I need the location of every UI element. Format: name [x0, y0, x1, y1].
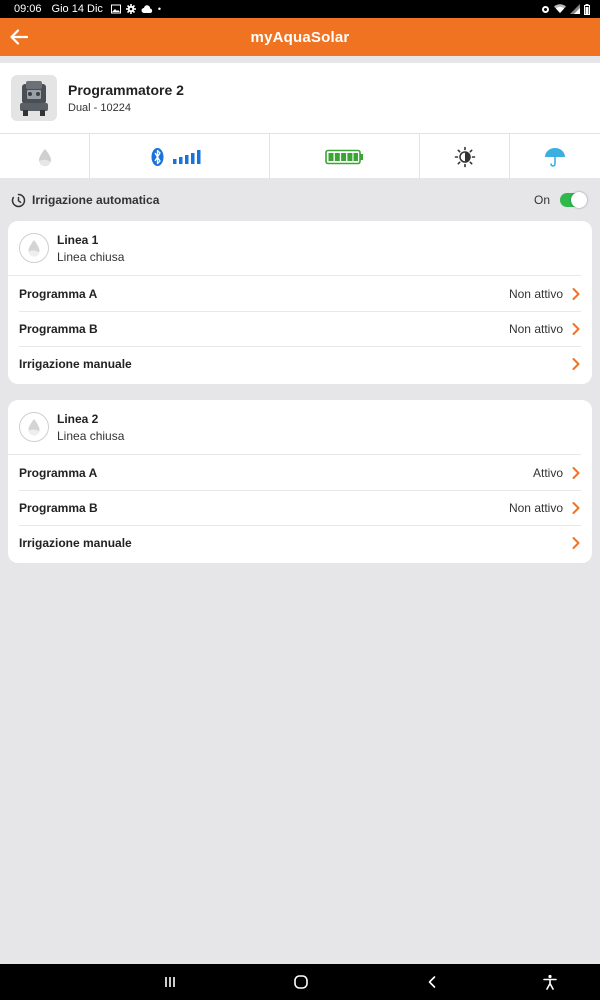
row-value: Attivo	[532, 465, 563, 480]
tile-brightness[interactable]	[420, 134, 510, 179]
tile-bluetooth[interactable]	[90, 134, 270, 179]
bluetooth-signal-icon	[151, 147, 200, 166]
tile-rain[interactable]	[510, 134, 600, 179]
brightness-icon	[454, 146, 475, 167]
cloud-icon	[141, 4, 153, 13]
tile-water[interactable]	[0, 134, 90, 179]
accessibility-icon	[543, 974, 557, 990]
dot-icon: •	[157, 3, 162, 14]
chevron-right-icon	[572, 287, 580, 300]
manual-irrigation-row[interactable]: Irrigazione manuale	[19, 346, 581, 381]
line-status-icon	[19, 412, 49, 442]
app-title: myAquaSolar	[250, 28, 350, 46]
auto-irrigation-state: On	[533, 193, 550, 207]
status-tiles	[0, 133, 600, 179]
water-drop-icon	[38, 148, 51, 166]
row-label: Programma B	[19, 501, 98, 515]
app-bar: myAquaSolar	[0, 18, 600, 56]
gear-icon	[125, 4, 136, 14]
auto-irrigation-toggle[interactable]	[560, 192, 587, 208]
system-status-bar: 09:06 Gio 14 Dic •	[0, 0, 600, 18]
image-icon	[110, 4, 121, 14]
device-model: Dual - 10224	[68, 102, 131, 114]
line-card-2: Linea 2 Linea chiusa Programma A Attivo …	[8, 400, 592, 563]
line-state: Linea chiusa	[57, 249, 125, 264]
program-b-row[interactable]: Programma B Non attivo	[19, 311, 581, 346]
home-icon	[294, 975, 308, 989]
manual-irrigation-row[interactable]: Irrigazione manuale	[19, 525, 581, 560]
chevron-right-icon	[572, 466, 580, 479]
alarm-icon	[542, 6, 549, 13]
chevron-right-icon	[572, 358, 580, 370]
back-button[interactable]	[4, 22, 34, 52]
tile-battery[interactable]	[270, 134, 420, 179]
timer-icon	[11, 193, 26, 207]
line-state: Linea chiusa	[57, 428, 125, 443]
water-drop-icon	[28, 419, 40, 436]
row-value: Non attivo	[508, 322, 563, 336]
line-name: Linea 2	[57, 411, 99, 426]
signal-icon	[570, 4, 580, 14]
row-value: Non attivo	[508, 501, 563, 515]
battery-icon	[584, 3, 590, 15]
row-value: Non attivo	[508, 286, 563, 301]
status-date: Gio 14 Dic	[51, 3, 103, 15]
toggle-knob	[571, 192, 587, 208]
umbrella-icon	[545, 147, 565, 167]
recents-button[interactable]	[158, 970, 182, 994]
row-label: Irrigazione manuale	[19, 536, 132, 550]
line-name: Linea 1	[57, 232, 99, 247]
water-drop-icon	[28, 240, 40, 257]
arrow-left-icon	[10, 29, 28, 45]
recents-icon	[165, 977, 175, 987]
line-card-1: Linea 1 Linea chiusa Programma A Non att…	[8, 221, 592, 384]
program-b-row[interactable]: Programma B Non attivo	[19, 490, 581, 525]
back-icon	[428, 976, 436, 988]
chevron-right-icon	[572, 323, 580, 335]
row-label: Programma A	[19, 286, 98, 301]
program-a-row[interactable]: Programma A Non attivo	[8, 276, 581, 311]
device-header: Programmatore 2 Dual - 10224	[0, 63, 600, 133]
home-button[interactable]	[289, 970, 313, 994]
battery-full-icon	[324, 149, 363, 164]
line-status-icon	[19, 233, 49, 263]
row-label: Irrigazione manuale	[19, 357, 132, 371]
auto-irrigation-row: Irrigazione automatica On	[0, 186, 600, 214]
row-label: Programma A	[19, 465, 98, 480]
back-nav-button[interactable]	[420, 970, 444, 994]
system-nav-bar	[0, 964, 600, 1000]
accessibility-button[interactable]	[538, 970, 562, 994]
program-a-row[interactable]: Programma A Attivo	[8, 455, 581, 490]
status-time: 09:06	[14, 3, 42, 15]
device-image	[11, 75, 57, 121]
device-name: Programmatore 2	[68, 82, 184, 98]
chevron-right-icon	[572, 502, 580, 514]
line-header: Linea 1 Linea chiusa	[8, 221, 581, 276]
wifi-icon	[554, 4, 566, 13]
auto-irrigation-label: Irrigazione automatica	[32, 193, 160, 207]
chevron-right-icon	[572, 537, 580, 549]
line-header: Linea 2 Linea chiusa	[8, 400, 581, 455]
row-label: Programma B	[19, 322, 98, 336]
